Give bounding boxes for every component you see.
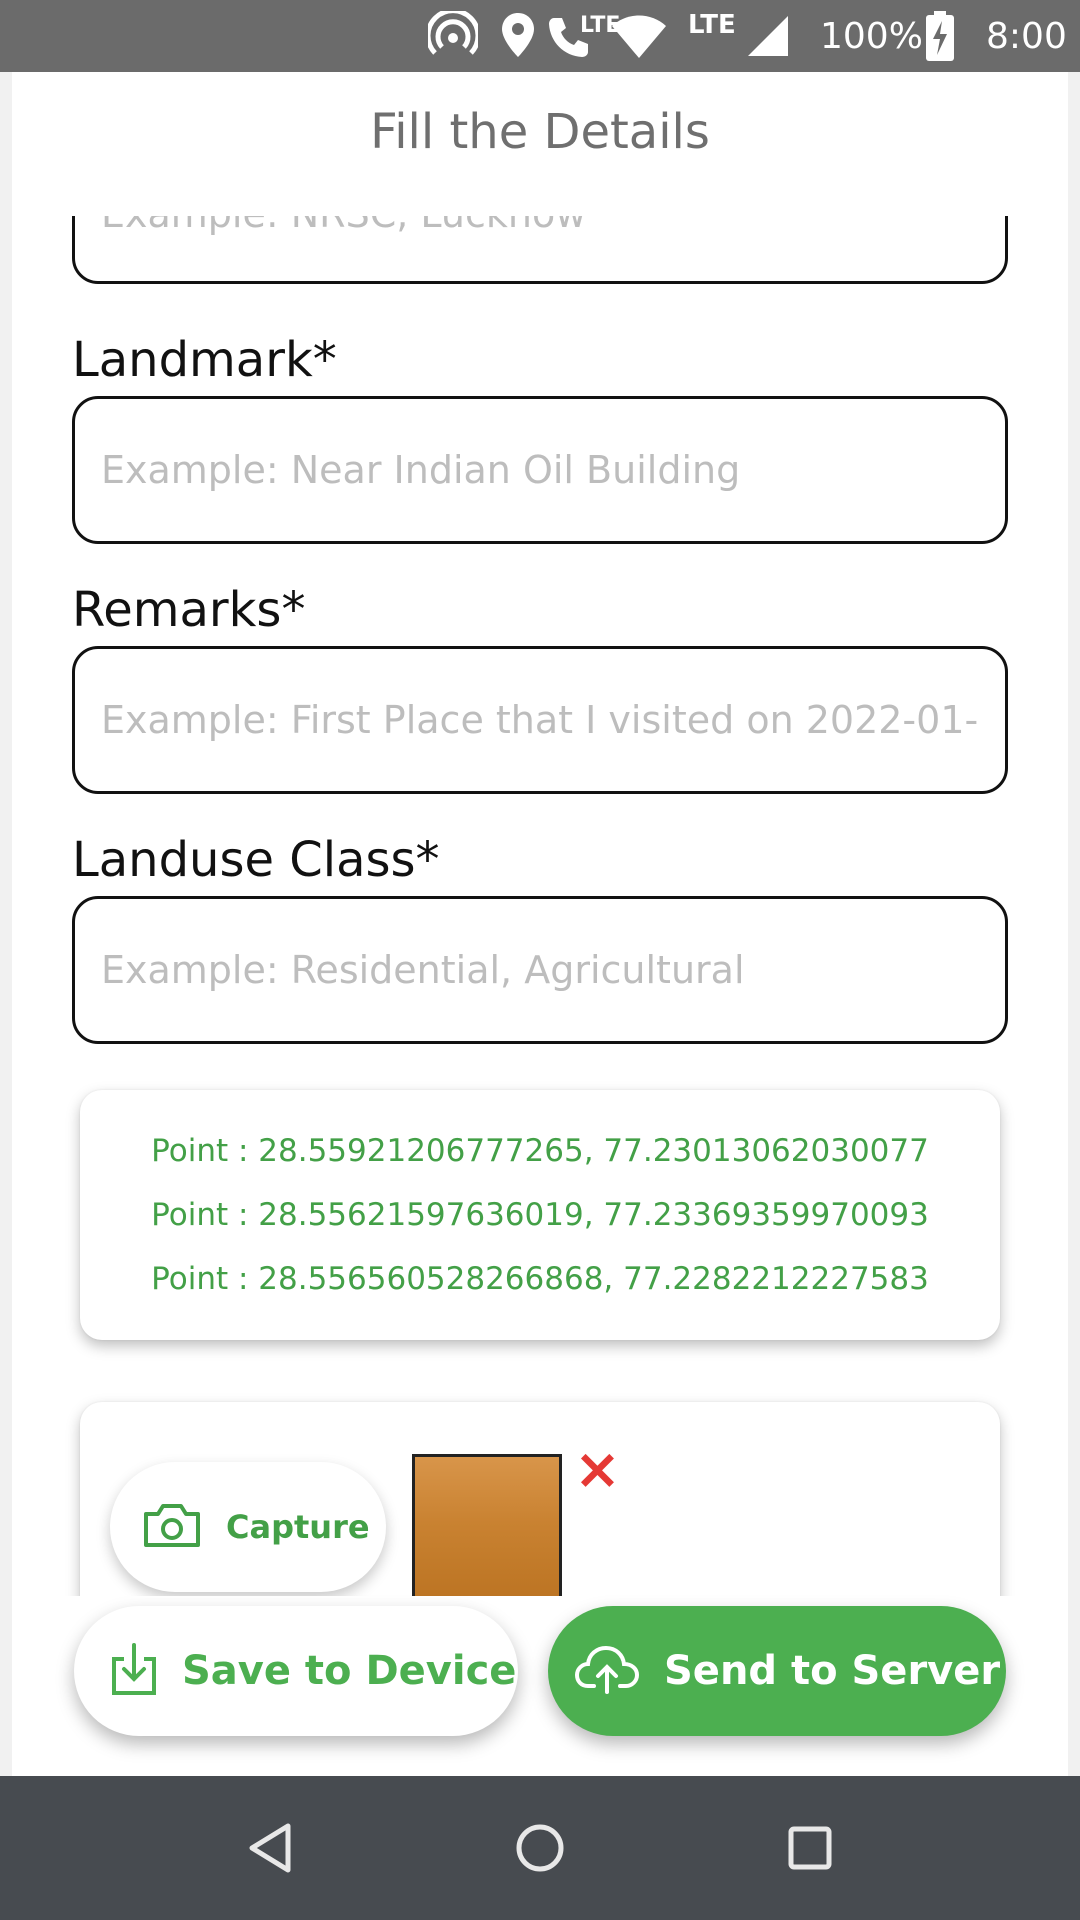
download-icon <box>110 1641 158 1701</box>
remove-photo-icon[interactable]: × <box>574 1442 621 1498</box>
form-scroll-area[interactable]: Landmark* Remarks* Landuse Class* Point … <box>0 216 1080 1596</box>
nav-recents-icon[interactable] <box>776 1814 844 1882</box>
page-title: Fill the Details <box>370 104 710 160</box>
point-item: Point : 28.556560528266868, 77.228221222… <box>151 1261 929 1297</box>
battery-charging-icon <box>926 0 954 72</box>
capture-button[interactable]: Capture <box>110 1462 386 1592</box>
call-lte-icon: LTE <box>548 0 620 72</box>
hotspot-icon <box>428 0 478 72</box>
location-field[interactable] <box>72 216 1008 284</box>
battery-percent: 100% <box>820 15 923 57</box>
lte-label: LTE <box>688 10 736 40</box>
navigation-bar <box>0 1776 1080 1920</box>
save-to-device-button[interactable]: Save to Device <box>74 1606 518 1736</box>
cloud-upload-icon <box>574 1644 640 1698</box>
capture-label: Capture <box>226 1508 370 1546</box>
point-item: Point : 28.55921206777265, 77.2301306203… <box>151 1133 929 1169</box>
nav-home-icon[interactable] <box>506 1814 574 1882</box>
capture-card: Capture × <box>80 1402 1000 1596</box>
landmark-input[interactable] <box>75 399 1005 541</box>
point-item: Point : 28.55621597636019, 77.2336935997… <box>151 1197 929 1233</box>
remarks-input[interactable] <box>75 649 1005 791</box>
landmark-field[interactable] <box>72 396 1008 544</box>
landuse-class-field[interactable] <box>72 896 1008 1044</box>
wifi-icon <box>612 0 666 72</box>
clock: 8:00 <box>986 15 1067 57</box>
landuse-class-label: Landuse Class* <box>72 832 440 888</box>
landuse-class-input[interactable] <box>75 899 1005 1041</box>
remarks-field[interactable] <box>72 646 1008 794</box>
status-bar: LTE LTE 100% 8:00 <box>0 0 1080 72</box>
send-to-server-label: Send to Server <box>664 1648 1001 1694</box>
landmark-label: Landmark* <box>72 332 337 388</box>
send-to-server-button[interactable]: Send to Server <box>548 1606 1006 1736</box>
save-to-device-label: Save to Device <box>182 1648 517 1694</box>
location-pin-icon <box>500 0 536 72</box>
points-card: Point : 28.55921206777265, 77.2301306203… <box>80 1090 1000 1340</box>
captured-photo-thumbnail[interactable] <box>412 1454 562 1596</box>
location-input[interactable] <box>75 216 1005 281</box>
lte-indicator: LTE <box>688 0 736 72</box>
cell-signal-icon <box>748 0 788 72</box>
remarks-label: Remarks* <box>72 582 306 638</box>
camera-icon <box>142 1502 202 1552</box>
nav-back-icon[interactable] <box>236 1814 304 1882</box>
